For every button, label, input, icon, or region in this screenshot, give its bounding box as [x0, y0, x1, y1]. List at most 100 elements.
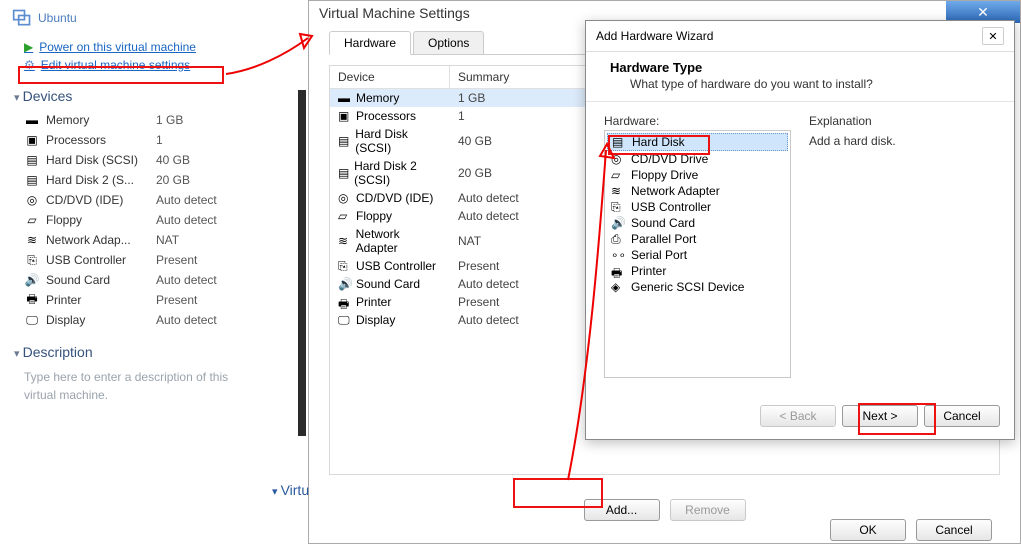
display-icon: 🖵 — [338, 313, 352, 327]
row-device-label: Hard Disk (SCSI) — [355, 127, 442, 155]
sound-icon: 🔊 — [338, 277, 352, 291]
parallel-icon: ⎙ — [611, 232, 625, 246]
explanation-text: Add a hard disk. — [809, 130, 996, 148]
hardware-list-item[interactable]: ▤ Hard Disk — [607, 133, 788, 151]
sidebar-device-row[interactable]: ▬Memory1 GB — [10, 110, 276, 130]
hardware-list-item[interactable]: ⎘ USB Controller — [607, 199, 788, 215]
hardware-list-item[interactable]: ⎙Parallel Port — [607, 231, 788, 247]
hardware-item-label: Hard Disk — [632, 135, 685, 149]
device-label: Hard Disk (SCSI) — [46, 153, 156, 167]
row-device-label: Floppy — [356, 209, 392, 223]
hardware-list-item[interactable]: ▱ Floppy Drive — [607, 167, 788, 183]
row-device-label: Sound Card — [356, 277, 420, 291]
sidebar-device-row[interactable]: 🖶PrinterPresent — [10, 290, 276, 310]
wizard-subtext: What type of hardware do you want to ins… — [630, 77, 994, 91]
explanation-group: Explanation Add a hard disk. — [809, 114, 996, 378]
device-value: 1 — [156, 133, 163, 147]
hdd-icon: ▤ — [24, 152, 40, 168]
sidebar-device-row[interactable]: ≋Network Adap...NAT — [10, 230, 276, 250]
device-value: NAT — [156, 233, 179, 247]
nic-icon: ≋ — [611, 184, 625, 198]
memory-icon: ▬ — [24, 112, 40, 128]
cancel-button[interactable]: Cancel — [916, 519, 992, 541]
sidebar-device-row[interactable]: 🖵DisplayAuto detect — [10, 310, 276, 330]
tab-hardware[interactable]: Hardware — [329, 31, 411, 55]
sidebar-device-row[interactable]: ▤ Hard Disk (SCSI)40 GB — [10, 150, 276, 170]
printer-icon: 🖶 — [338, 295, 352, 309]
devices-header: Devices — [10, 74, 276, 110]
description-header: Description — [10, 330, 276, 366]
row-device-label: USB Controller — [356, 259, 436, 273]
hardware-list-item[interactable]: ◎ CD/DVD Drive — [607, 151, 788, 167]
wizard-titlebar: Add Hardware Wizard ✕ — [586, 21, 1014, 52]
row-device-label: Hard Disk 2 (SCSI) — [354, 159, 442, 187]
close-icon: ✕ — [977, 4, 989, 21]
device-label: Network Adap... — [46, 233, 156, 247]
sidebar-device-row[interactable]: 🔊Sound CardAuto detect — [10, 270, 276, 290]
vm-title: Ubuntu — [10, 4, 276, 38]
row-device-label: Processors — [356, 109, 416, 123]
hardware-list-item[interactable]: 🔊Sound Card — [607, 215, 788, 231]
device-label: Display — [46, 313, 156, 327]
device-value: 40 GB — [156, 153, 190, 167]
printer-icon: 🖶 — [611, 264, 625, 278]
hardware-item-label: Serial Port — [631, 248, 687, 262]
wizard-cancel-button[interactable]: Cancel — [924, 405, 1000, 427]
row-device-label: Memory — [356, 91, 399, 105]
add-button[interactable]: Add... — [584, 499, 660, 521]
usb-icon: ⎘ — [338, 259, 352, 273]
devices-list: ▬Memory1 GB▣Processors1 ▤ Hard Disk (SCSI)… — [10, 110, 276, 330]
virtual-collapse-handle[interactable]: Virtu — [272, 482, 309, 498]
hardware-item-label: USB Controller — [631, 200, 711, 214]
ok-button[interactable]: OK — [830, 519, 906, 541]
hardware-label: Hardware: — [604, 114, 791, 128]
hardware-list[interactable]: ▤ Hard Disk ◎ CD/DVD Drive ▱ Floppy Drive≋Net… — [604, 130, 791, 378]
device-value: 20 GB — [156, 173, 190, 187]
tab-options[interactable]: Options — [413, 31, 484, 54]
col-device: Device — [330, 66, 450, 88]
sound-icon: 🔊 — [611, 216, 625, 230]
device-value: Present — [156, 253, 197, 267]
device-label: Processors — [46, 133, 156, 147]
hardware-list-item[interactable]: 🖶Printer — [607, 263, 788, 279]
description-placeholder[interactable]: Type here to enter a description of this… — [10, 366, 276, 404]
printer-icon: 🖶 — [24, 292, 40, 308]
gear-icon: ⚙ — [24, 58, 35, 72]
hardware-item-label: Generic SCSI Device — [631, 280, 744, 294]
serial-icon: ∘∘ — [611, 248, 625, 262]
play-icon: ▶ — [24, 40, 33, 54]
floppy-icon: ▱ — [338, 209, 352, 223]
cd-icon: ◎ — [338, 191, 352, 205]
hdd-icon: ▤ — [612, 135, 626, 149]
sidebar-device-row[interactable]: ⎘ USB ControllerPresent — [10, 250, 276, 270]
power-on-link[interactable]: ▶ Power on this virtual machine — [10, 38, 276, 56]
hdd-icon: ▤ — [24, 172, 40, 188]
device-value: Auto detect — [156, 273, 217, 287]
hardware-list-item[interactable]: ◈ Generic SCSI Device — [607, 279, 788, 295]
next-button[interactable]: Next > — [842, 405, 918, 427]
sidebar-device-row[interactable]: ▤Hard Disk 2 (S...20 GB — [10, 170, 276, 190]
device-value: 1 GB — [156, 113, 183, 127]
device-label: USB Controller — [46, 253, 156, 267]
wizard-close-button[interactable]: ✕ — [982, 27, 1004, 45]
hardware-item-label: CD/DVD Drive — [631, 152, 708, 166]
sidebar-device-row[interactable]: ▱FloppyAuto detect — [10, 210, 276, 230]
scsi-icon: ◈ — [611, 280, 625, 294]
cd-icon: ◎ — [611, 152, 625, 166]
hardware-list-item[interactable]: ∘∘ Serial Port — [607, 247, 788, 263]
back-button: < Back — [760, 405, 836, 427]
nic-icon: ≋ — [338, 234, 352, 248]
usb-icon: ⎘ — [24, 252, 40, 268]
sidebar-device-row[interactable]: ▣Processors1 — [10, 130, 276, 150]
hdd-icon: ▤ — [338, 166, 350, 180]
sidebar-device-row[interactable]: ◎CD/DVD (IDE)Auto detect — [10, 190, 276, 210]
edit-settings-link[interactable]: ⚙ Edit virtual machine settings — [10, 56, 276, 74]
floppy-icon: ▱ — [611, 168, 625, 182]
hardware-item-label: Floppy Drive — [631, 168, 698, 182]
hdd-icon: ▤ — [338, 134, 351, 148]
wizard-header: Hardware Type What type of hardware do y… — [586, 52, 1014, 102]
hardware-list-item[interactable]: ≋Network Adapter — [607, 183, 788, 199]
edit-settings-text: Edit virtual machine settings — [41, 58, 190, 72]
usb-icon: ⎘ — [611, 200, 625, 214]
sound-icon: 🔊 — [24, 272, 40, 288]
